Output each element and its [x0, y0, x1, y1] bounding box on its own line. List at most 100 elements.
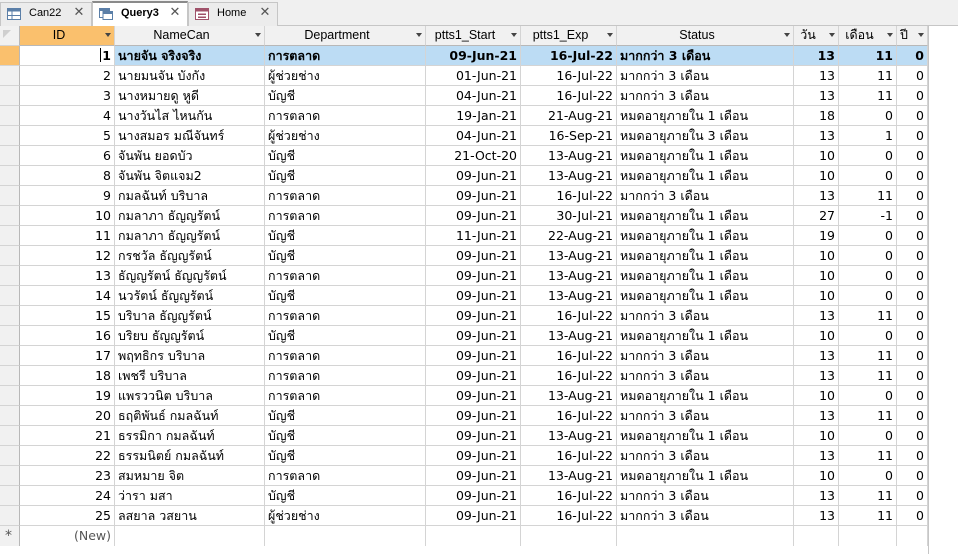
cell-namecan[interactable]: [115, 526, 265, 546]
cell-exp[interactable]: 16-Jul-22: [521, 446, 617, 466]
cell-start[interactable]: 09-Jun-21: [426, 166, 521, 186]
column-header-day[interactable]: วัน: [794, 26, 839, 46]
cell-id[interactable]: 3: [20, 86, 115, 106]
table-row[interactable]: 25 ลสยาล วสยาน ผู้ช่วยช่าง 09-Jun-21 16-Jul-…: [0, 506, 928, 526]
cell-start[interactable]: 09-Jun-21: [426, 366, 521, 386]
table-row[interactable]: 24 ว่ารา มสา บัญชี 09-Jun-21 16-Jul-22 มากกว่…: [0, 486, 928, 506]
record-selector[interactable]: [0, 446, 20, 466]
cell-exp[interactable]: 16-Jul-22: [521, 66, 617, 86]
cell-namecan[interactable]: เพชรี บริบาล: [115, 366, 265, 386]
cell-status[interactable]: หมดอายุภายใน 1 เดือน: [617, 466, 794, 486]
cell-start[interactable]: 09-Jun-21: [426, 406, 521, 426]
cell-start[interactable]: 19-Jan-21: [426, 106, 521, 126]
cell-year[interactable]: 0: [897, 306, 928, 326]
cell-id[interactable]: 11: [20, 226, 115, 246]
cell-exp[interactable]: 13-Aug-21: [521, 426, 617, 446]
cell-status[interactable]: มากกว่า 3 เดือน: [617, 186, 794, 206]
table-row[interactable]: 2 นายมนจัน บังกัง ผู้ช่วยช่าง 01-Jun-21 16-J…: [0, 66, 928, 86]
cell-status[interactable]: หมดอายุภายใน 1 เดือน: [617, 106, 794, 126]
cell-start[interactable]: 09-Jun-21: [426, 386, 521, 406]
cell-namecan[interactable]: จันพัน ยอดบัว: [115, 146, 265, 166]
cell-department[interactable]: บัญชี: [265, 426, 426, 446]
cell-year[interactable]: 0: [897, 186, 928, 206]
cell-exp[interactable]: 21-Aug-21: [521, 106, 617, 126]
cell-department[interactable]: บัญชี: [265, 86, 426, 106]
cell-department[interactable]: การตลาด: [265, 386, 426, 406]
cell-start[interactable]: 09-Jun-21: [426, 346, 521, 366]
cell-start[interactable]: 09-Jun-21: [426, 206, 521, 226]
table-row[interactable]: 16 บริยบ ธัญญรัตน์ บัญชี 09-Jun-21 13-Aug-21…: [0, 326, 928, 346]
cell-day[interactable]: 10: [794, 246, 839, 266]
cell-namecan[interactable]: ธฤติพันธ์ กมลฉันท์: [115, 406, 265, 426]
table-row[interactable]: 10 กมลาภา ธัญญรัตน์ การตลาด 09-Jun-21 30-Jul…: [0, 206, 928, 226]
cell-month[interactable]: 11: [839, 446, 897, 466]
cell-id[interactable]: 18: [20, 366, 115, 386]
cell-month[interactable]: 11: [839, 186, 897, 206]
record-selector[interactable]: [0, 486, 20, 506]
record-selector[interactable]: [0, 406, 20, 426]
cell-status[interactable]: หมดอายุภายใน 1 เดือน: [617, 166, 794, 186]
cell-namecan[interactable]: นางสมอร มณีจันทร์: [115, 126, 265, 146]
cell-namecan[interactable]: แพรววนิต บริบาล: [115, 386, 265, 406]
record-selector[interactable]: [0, 206, 20, 226]
cell-status[interactable]: มากกว่า 3 เดือน: [617, 406, 794, 426]
record-selector[interactable]: [0, 326, 20, 346]
record-selector[interactable]: [0, 246, 20, 266]
cell-month[interactable]: 11: [839, 406, 897, 426]
cell-day[interactable]: 13: [794, 406, 839, 426]
cell-start[interactable]: 09-Jun-21: [426, 246, 521, 266]
cell-exp[interactable]: 13-Aug-21: [521, 146, 617, 166]
cell-department[interactable]: บัญชี: [265, 326, 426, 346]
cell-status[interactable]: หมดอายุภายใน 1 เดือน: [617, 286, 794, 306]
cell-namecan[interactable]: บริบาล ธัญญรัตน์: [115, 306, 265, 326]
cell-namecan[interactable]: จันพัน จิตแจม2: [115, 166, 265, 186]
record-selector[interactable]: [0, 86, 20, 106]
table-row[interactable]: 15 บริบาล ธัญญรัตน์ การตลาด 09-Jun-21 16-Jul…: [0, 306, 928, 326]
table-row[interactable]: 20 ธฤติพันธ์ กมลฉันท์ บัญชี 09-Jun-21 16-Jul…: [0, 406, 928, 426]
cell-year[interactable]: 0: [897, 66, 928, 86]
cell-id[interactable]: 21: [20, 426, 115, 446]
cell-id[interactable]: 8: [20, 166, 115, 186]
cell-namecan[interactable]: พฤทธิกร บริบาล: [115, 346, 265, 366]
cell-department[interactable]: บัญชี: [265, 446, 426, 466]
cell-month[interactable]: 1: [839, 126, 897, 146]
cell-status[interactable]: หมดอายุภายใน 1 เดือน: [617, 226, 794, 246]
cell-department[interactable]: การตลาด: [265, 466, 426, 486]
cell-year[interactable]: 0: [897, 46, 928, 66]
cell-day[interactable]: [794, 526, 839, 546]
cell-department[interactable]: ผู้ช่วยช่าง: [265, 126, 426, 146]
cell-id[interactable]: (New): [20, 526, 115, 546]
cell-year[interactable]: 0: [897, 346, 928, 366]
cell-day[interactable]: 13: [794, 186, 839, 206]
cell-month[interactable]: 0: [839, 326, 897, 346]
cell-status[interactable]: มากกว่า 3 เดือน: [617, 366, 794, 386]
record-selector[interactable]: [0, 266, 20, 286]
cell-day[interactable]: 18: [794, 106, 839, 126]
cell-department[interactable]: บัญชี: [265, 286, 426, 306]
column-header-id[interactable]: ID: [20, 26, 115, 46]
cell-id[interactable]: 9: [20, 186, 115, 206]
cell-year[interactable]: 0: [897, 366, 928, 386]
cell-year[interactable]: 0: [897, 106, 928, 126]
chevron-down-icon[interactable]: [784, 33, 790, 37]
cell-status[interactable]: มากกว่า 3 เดือน: [617, 506, 794, 526]
cell-department[interactable]: [265, 526, 426, 546]
cell-year[interactable]: 0: [897, 406, 928, 426]
cell-namecan[interactable]: กมลฉันท์ บริบาล: [115, 186, 265, 206]
cell-day[interactable]: 13: [794, 366, 839, 386]
cell-status[interactable]: หมดอายุภายใน 1 เดือน: [617, 146, 794, 166]
cell-department[interactable]: การตลาด: [265, 366, 426, 386]
cell-year[interactable]: 0: [897, 466, 928, 486]
cell-start[interactable]: 09-Jun-21: [426, 446, 521, 466]
cell-day[interactable]: 27: [794, 206, 839, 226]
cell-year[interactable]: 0: [897, 86, 928, 106]
column-header-year[interactable]: ปี: [897, 26, 928, 46]
cell-status[interactable]: มากกว่า 3 เดือน: [617, 66, 794, 86]
cell-id[interactable]: 5: [20, 126, 115, 146]
cell-month[interactable]: 11: [839, 506, 897, 526]
cell-namecan[interactable]: นายจัน จริงจริง: [115, 46, 265, 66]
cell-month[interactable]: 11: [839, 366, 897, 386]
new-record-row[interactable]: * (New): [0, 526, 928, 546]
cell-id[interactable]: 17: [20, 346, 115, 366]
cell-month[interactable]: [839, 526, 897, 546]
